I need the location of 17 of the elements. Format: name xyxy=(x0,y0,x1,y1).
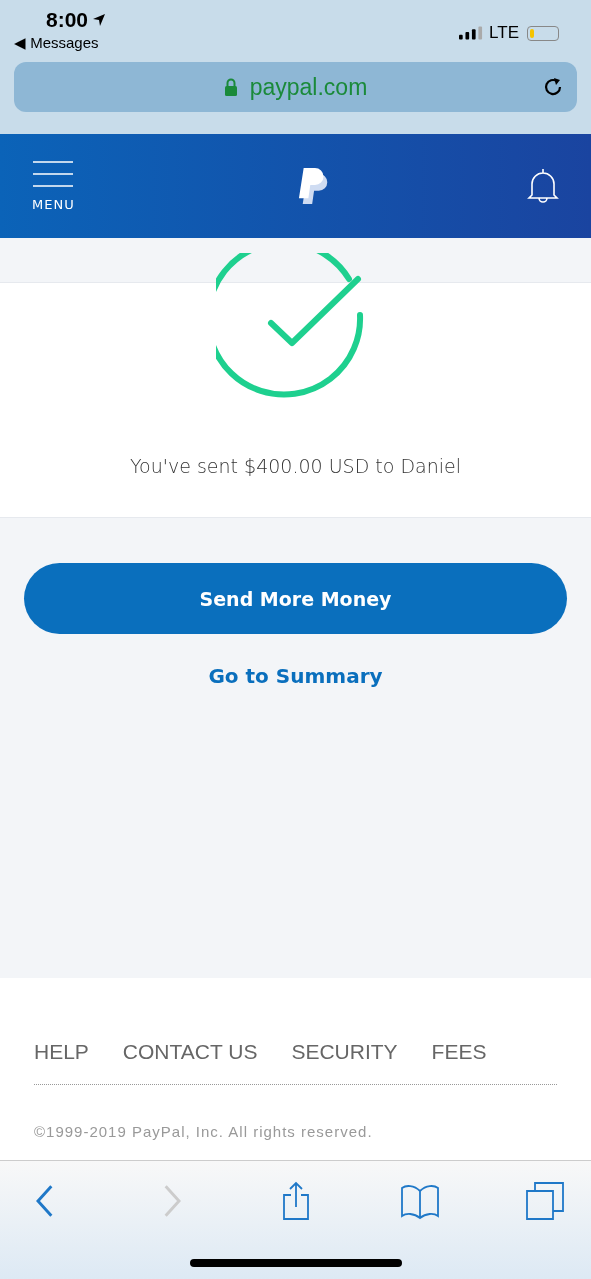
footer-link[interactable]: HELP xyxy=(34,1040,89,1064)
copyright-text: ©1999-2019 PayPal, Inc. All rights reserved. xyxy=(34,1123,374,1140)
notifications-bell-icon[interactable] xyxy=(527,168,559,204)
footer-link[interactable]: CONTACT US xyxy=(122,1040,258,1064)
status-time: 8:00 xyxy=(46,8,89,32)
footer-link[interactable]: SECURITY xyxy=(291,1040,398,1064)
go-to-summary-link[interactable]: Go to Summary xyxy=(208,664,383,688)
battery-icon xyxy=(527,25,559,41)
signal-icon xyxy=(459,26,484,40)
confirmation-message: You've sent $400.00 USD to Daniel xyxy=(130,455,461,477)
network-label: LTE xyxy=(489,23,519,43)
menu-button[interactable]: MENU xyxy=(32,160,75,212)
location-arrow-icon xyxy=(92,13,107,27)
footer-link[interactable]: FEES xyxy=(431,1040,487,1064)
back-to-app-link[interactable]: ◀ Messages xyxy=(14,34,107,52)
tabs-icon[interactable] xyxy=(525,1181,565,1221)
send-more-money-button[interactable]: Send More Money xyxy=(24,563,567,634)
